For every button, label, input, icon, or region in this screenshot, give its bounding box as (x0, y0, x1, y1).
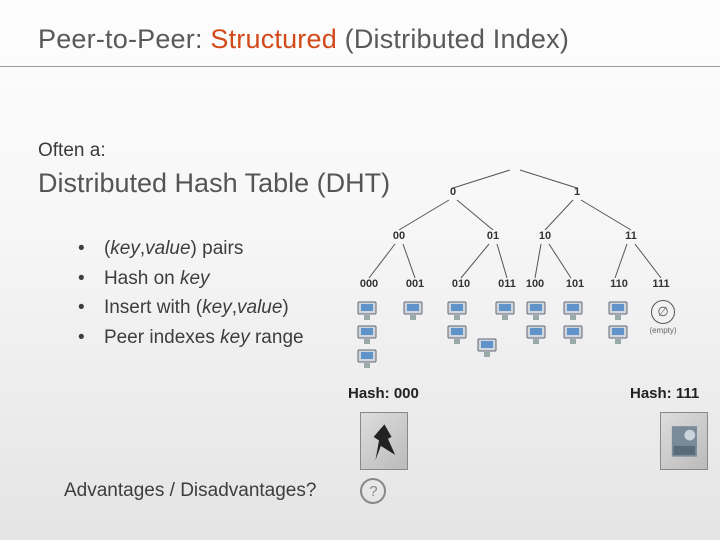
question-row: Advantages / Disadvantages? ? (64, 478, 386, 504)
lead-text: Often a: (38, 140, 106, 162)
peer-icon (445, 300, 473, 322)
title-pre: Peer-to-Peer: (38, 24, 210, 54)
tree-node-01: 01 (487, 230, 499, 242)
peer-icon (445, 324, 473, 346)
tree-node-1: 1 (574, 186, 580, 198)
question-text: Advantages / Disadvantages? (64, 480, 316, 502)
tree-node-10: 10 (539, 230, 551, 242)
peer-icon (561, 300, 589, 322)
tree-node-011: 011 (498, 278, 516, 290)
bullet-2: Hash on key (78, 265, 304, 293)
title-rule (0, 66, 720, 67)
bullet-list: (key,value) pairs Hash on key Insert wit… (38, 233, 304, 353)
hash-left-label: Hash: 000 (348, 385, 419, 402)
peer-icon (355, 324, 383, 346)
slide: Peer-to-Peer: Structured (Distributed In… (0, 0, 720, 540)
content-thumbnail-left (360, 412, 408, 470)
empty-set-label: (empty) (649, 326, 676, 335)
bullet-1: (key,value) pairs (78, 235, 304, 263)
empty-set-icon: ∅ (651, 300, 675, 324)
peer-icon (524, 300, 552, 322)
title-post: (Distributed Index) (337, 24, 569, 54)
title-accent: Structured (210, 24, 337, 54)
tree-node-001: 001 (406, 278, 424, 290)
question-mark-icon: ? (360, 478, 386, 504)
tree-node-100: 100 (526, 278, 544, 290)
tree-node-11: 11 (625, 230, 637, 242)
peer-icon (606, 324, 634, 346)
peer-icon (493, 300, 521, 322)
tree-node-010: 010 (452, 278, 470, 290)
tree-node-110: 110 (610, 278, 628, 290)
tree-node-101: 101 (566, 278, 584, 290)
tree-node-0: 0 (450, 186, 456, 198)
peer-icon (524, 324, 552, 346)
bullet-4: Peer indexes key range (78, 324, 304, 352)
hash-right-label: Hash: 111 (630, 385, 699, 402)
peer-icon (606, 300, 634, 322)
peer-icon (475, 337, 503, 359)
bullet-3: Insert with (key,value) (78, 294, 304, 322)
tree-node-111: 111 (652, 278, 669, 290)
tree-node-00: 00 (393, 230, 405, 242)
content-thumbnail-right (660, 412, 708, 470)
tree-node-000: 000 (360, 278, 378, 290)
peer-icon (355, 348, 383, 370)
peer-icon (355, 300, 383, 322)
peer-icon (561, 324, 589, 346)
peer-icon (401, 300, 429, 322)
page-title: Peer-to-Peer: Structured (Distributed In… (38, 24, 569, 55)
